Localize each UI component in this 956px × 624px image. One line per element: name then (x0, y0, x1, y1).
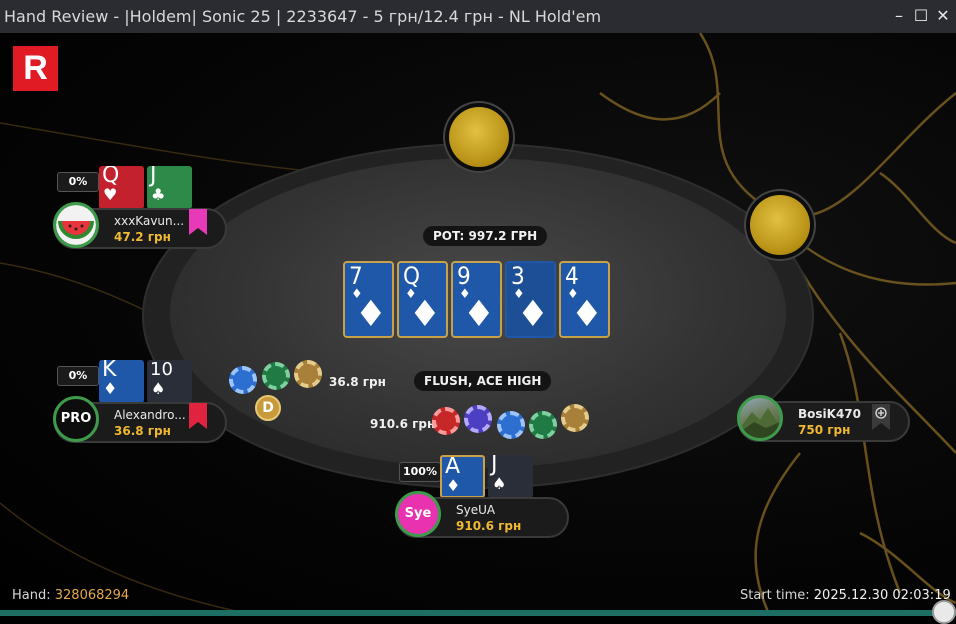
window-title: Hand Review - |Holdem| Sonic 25 | 223364… (4, 7, 602, 26)
hole-card: J ♠ (488, 455, 533, 498)
diamond-icon: ♦ (462, 294, 495, 335)
diamond-icon: ♦ (354, 294, 387, 335)
equity-badge: 100% (399, 462, 441, 482)
player-stack: 47.2 грн (114, 230, 171, 244)
watermelon-icon (56, 205, 96, 245)
board-card: 7 ♦ ♦ (343, 261, 394, 338)
spade-icon: ♠ (492, 474, 507, 493)
table-stage: R POT: 997.2 ГРН 7 ♦ ♦ Q ♦ ♦ 9 ♦ ♦ 3 ♦ ♦… (0, 33, 956, 616)
player-note-tag-icon[interactable] (188, 209, 208, 235)
chip-icon (561, 404, 589, 432)
board-card: 3 ♦ ♦ (505, 261, 556, 338)
diamond-icon: ♦ (516, 294, 549, 335)
diamond-icon: ♦ (570, 294, 603, 335)
hand-info: Hand: 328068294 (12, 588, 129, 603)
chip-icon (294, 360, 322, 388)
diamond-icon: ♦ (446, 476, 461, 495)
card-rank: Q (403, 262, 420, 290)
avatar[interactable]: PRO (53, 396, 99, 442)
player-note-tag-icon[interactable] (188, 403, 208, 429)
card-rank: 9 (457, 262, 471, 290)
player-stack: 36.8 грн (114, 424, 171, 438)
hand-result-label: FLUSH, ACE HIGH (414, 371, 552, 391)
empty-seat-right[interactable] (750, 195, 810, 255)
minimize-button[interactable]: – (890, 6, 908, 26)
player-stack: 750 грн (798, 423, 851, 437)
start-time-value: 2025.12.30 02:03:19 (813, 588, 951, 603)
hole-card: J ♣ (147, 166, 192, 209)
card-rank: 3 (511, 262, 525, 290)
diamond-icon: ♦ (103, 379, 118, 398)
bet-amount: 910.6 грн (370, 417, 436, 431)
board-card: 4 ♦ ♦ (559, 261, 610, 338)
player-name: BosiK470 (798, 407, 861, 421)
title-bar: Hand Review - |Holdem| Sonic 25 | 223364… (0, 0, 956, 33)
chip-icon (262, 362, 290, 390)
brand-logo: R (13, 46, 58, 91)
club-icon: ♣ (151, 185, 166, 204)
equity-badge: 0% (57, 172, 99, 192)
diamond-icon: ♦ (408, 294, 441, 335)
start-time-info: Start time: 2025.12.30 02:03:19 (740, 588, 951, 603)
hole-card: K ♦ (99, 360, 144, 403)
chip-icon (497, 411, 525, 439)
heart-icon: ♥ (103, 185, 118, 204)
board-card: Q ♦ ♦ (397, 261, 448, 338)
hand-number: 328068294 (54, 588, 130, 603)
card-rank: 4 (565, 262, 579, 290)
avatar[interactable] (737, 395, 783, 441)
close-button[interactable]: ✕ (934, 6, 952, 26)
hole-card: Q ♥ (99, 166, 144, 209)
bet-amount: 36.8 грн (329, 375, 386, 389)
chip-icon (529, 411, 557, 439)
equity-badge: 0% (57, 366, 99, 386)
player-name: xxxKavun... (114, 214, 185, 228)
hand-label: Hand: (12, 588, 51, 603)
empty-seat-top[interactable] (449, 107, 509, 167)
replay-progress-handle[interactable] (932, 600, 956, 624)
start-time-label: Start time: (740, 588, 810, 603)
player-name: Alexandro... (114, 408, 186, 422)
chip-icon (464, 405, 492, 433)
spade-icon: ♠ (151, 379, 166, 398)
board-card: 9 ♦ ♦ (451, 261, 502, 338)
avatar[interactable]: Sye (395, 491, 441, 537)
dealer-button: D (255, 395, 281, 421)
maximize-button[interactable]: ☐ (912, 6, 930, 26)
chip-icon (432, 407, 460, 435)
hole-card: 10 ♠ (147, 360, 192, 403)
mountain-photo-icon (740, 408, 780, 438)
chip-icon (229, 366, 257, 394)
pot-label: POT: 997.2 ГРН (423, 226, 548, 246)
player-name: SyeUA (456, 503, 496, 517)
avatar[interactable] (53, 202, 99, 248)
add-note-tag-icon[interactable] (871, 404, 891, 430)
hole-card: A ♦ (440, 455, 485, 498)
card-rank: 7 (349, 262, 363, 290)
replay-progress-bar[interactable] (0, 610, 956, 616)
player-stack: 910.6 грн (456, 519, 522, 533)
